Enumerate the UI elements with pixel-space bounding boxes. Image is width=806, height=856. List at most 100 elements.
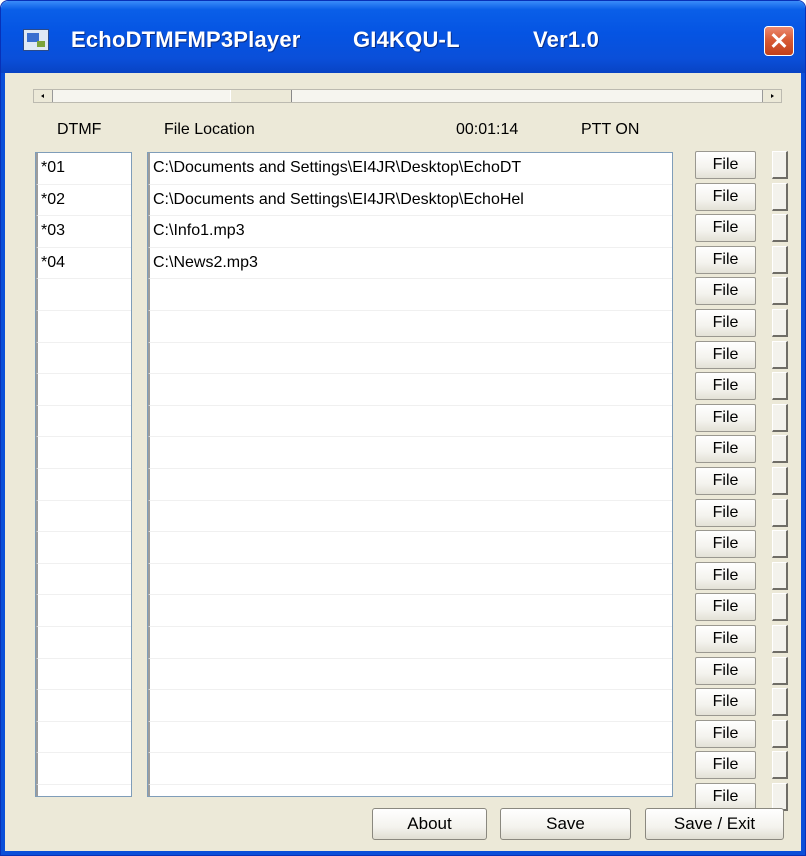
row-toggle-button[interactable] bbox=[772, 688, 788, 717]
file-browse-button[interactable]: File bbox=[695, 372, 756, 401]
file-path-cell[interactable] bbox=[148, 753, 672, 785]
file-path-cell[interactable] bbox=[148, 405, 672, 438]
file-path-cell[interactable] bbox=[148, 721, 672, 754]
file-browse-button[interactable]: File bbox=[695, 182, 756, 211]
file-path-cell[interactable] bbox=[148, 500, 672, 533]
dtmf-cell[interactable] bbox=[36, 595, 131, 627]
file-browse-button[interactable]: File bbox=[695, 467, 756, 495]
dtmf-cell[interactable] bbox=[36, 310, 131, 343]
row-toggle-button[interactable] bbox=[772, 719, 788, 748]
dtmf-cell[interactable] bbox=[36, 532, 131, 564]
title-bar[interactable]: EchoDTMFMP3Player GI4KQU-L Ver1.0 bbox=[1, 1, 805, 73]
file-browse-button[interactable]: File bbox=[695, 530, 756, 559]
row-toggle-button[interactable] bbox=[772, 309, 788, 337]
file-path-cell[interactable] bbox=[148, 342, 672, 375]
window-border-bottom bbox=[1, 851, 805, 855]
dtmf-cell[interactable] bbox=[36, 721, 131, 754]
dtmf-cell[interactable] bbox=[36, 405, 131, 438]
row-toggle-button[interactable] bbox=[772, 467, 788, 495]
file-browse-button[interactable]: File bbox=[695, 688, 756, 717]
dtmf-cell[interactable] bbox=[36, 279, 131, 311]
file-path-cell[interactable] bbox=[148, 595, 672, 627]
dtmf-cell[interactable]: *02 bbox=[36, 184, 131, 217]
file-path-cell[interactable] bbox=[148, 310, 672, 343]
row-toggle-button[interactable] bbox=[772, 530, 788, 559]
file-location-column-header: File Location bbox=[164, 121, 255, 138]
dtmf-cell[interactable] bbox=[36, 374, 131, 406]
file-path-cell[interactable] bbox=[148, 784, 672, 796]
row-toggle-button[interactable] bbox=[772, 435, 788, 464]
row-toggle-button[interactable] bbox=[772, 751, 788, 780]
save-button[interactable]: Save bbox=[500, 808, 631, 840]
row-toggle-button[interactable] bbox=[772, 656, 788, 685]
dtmf-cell[interactable] bbox=[36, 626, 131, 659]
file-path-cell[interactable]: C:\News2.mp3 bbox=[148, 247, 672, 280]
file-path-cell[interactable] bbox=[148, 690, 672, 722]
file-browse-button[interactable]: File bbox=[695, 656, 756, 685]
row-toggle-button[interactable] bbox=[772, 182, 788, 211]
file-path-cell[interactable]: C:\Info1.mp3 bbox=[148, 216, 672, 248]
row-toggle-button[interactable] bbox=[772, 372, 788, 401]
file-browse-button[interactable]: File bbox=[695, 751, 756, 780]
about-button[interactable]: About bbox=[372, 808, 487, 840]
file-path-cell[interactable] bbox=[148, 658, 672, 691]
row-toggle-button[interactable] bbox=[772, 245, 788, 274]
row-toggle-button[interactable] bbox=[772, 783, 788, 811]
file-browse-button[interactable]: File bbox=[695, 151, 756, 179]
row-toggle-button[interactable] bbox=[772, 277, 788, 306]
file-path-cell[interactable]: C:\Documents and Settings\EI4JR\Desktop\… bbox=[148, 153, 672, 185]
file-path-cell[interactable] bbox=[148, 468, 672, 501]
dtmf-cell[interactable] bbox=[36, 500, 131, 533]
dtmf-cell[interactable] bbox=[36, 753, 131, 785]
app-icon[interactable] bbox=[23, 29, 49, 51]
dtmf-cell[interactable]: *03 bbox=[36, 216, 131, 248]
dtmf-cell[interactable] bbox=[36, 658, 131, 691]
file-path-cell[interactable] bbox=[148, 626, 672, 659]
title-version: Ver1.0 bbox=[533, 27, 600, 52]
row-toggle-button[interactable] bbox=[772, 151, 788, 179]
file-browse-button[interactable]: File bbox=[695, 340, 756, 369]
dtmf-list[interactable]: *01 *02 *03 *04 bbox=[35, 152, 132, 797]
dtmf-cell[interactable] bbox=[36, 563, 131, 596]
file-browse-button[interactable]: File bbox=[695, 593, 756, 622]
dtmf-cell[interactable]: *04 bbox=[36, 247, 131, 280]
file-browse-button[interactable]: File bbox=[695, 214, 756, 243]
row-toggle-button[interactable] bbox=[772, 403, 788, 432]
save-exit-button[interactable]: Save / Exit bbox=[645, 808, 784, 840]
close-icon[interactable] bbox=[764, 26, 794, 56]
file-path-cell[interactable] bbox=[148, 563, 672, 596]
dtmf-cell[interactable] bbox=[36, 468, 131, 501]
file-location-list[interactable]: C:\Documents and Settings\EI4JR\Desktop\… bbox=[147, 152, 673, 797]
file-browse-button[interactable]: File bbox=[695, 783, 756, 811]
file-browse-button[interactable]: File bbox=[695, 245, 756, 274]
file-browse-button[interactable]: File bbox=[695, 403, 756, 432]
scroll-right-arrow-icon[interactable] bbox=[762, 90, 781, 102]
row-toggle-button[interactable] bbox=[772, 340, 788, 369]
file-browse-button[interactable]: File bbox=[695, 498, 756, 527]
file-browse-button[interactable]: File bbox=[695, 561, 756, 590]
file-browse-button[interactable]: File bbox=[695, 309, 756, 337]
file-path-cell[interactable] bbox=[148, 279, 672, 311]
row-toggle-button[interactable] bbox=[772, 561, 788, 590]
horizontal-scrollbar[interactable] bbox=[33, 89, 782, 103]
scroll-left-arrow-icon[interactable] bbox=[34, 90, 53, 102]
scroll-thumb[interactable] bbox=[230, 90, 292, 102]
row-toggle-button[interactable] bbox=[772, 498, 788, 527]
file-browse-button[interactable]: File bbox=[695, 435, 756, 464]
dtmf-cell[interactable] bbox=[36, 690, 131, 722]
dtmf-cell[interactable] bbox=[36, 342, 131, 375]
row-toggle-button[interactable] bbox=[772, 625, 788, 653]
dtmf-cell[interactable]: *01 bbox=[36, 153, 131, 185]
file-path-cell[interactable]: C:\Documents and Settings\EI4JR\Desktop\… bbox=[148, 184, 672, 217]
row-toggle-button[interactable] bbox=[772, 593, 788, 622]
row-toggle-button[interactable] bbox=[772, 214, 788, 243]
file-path-cell[interactable] bbox=[148, 437, 672, 469]
file-browse-button[interactable]: File bbox=[695, 625, 756, 653]
file-browse-button[interactable]: File bbox=[695, 719, 756, 748]
file-path-cell[interactable] bbox=[148, 532, 672, 564]
dtmf-cell[interactable] bbox=[36, 437, 131, 469]
file-path-cell[interactable] bbox=[148, 374, 672, 406]
window-border-right bbox=[801, 73, 805, 855]
dtmf-cell[interactable] bbox=[36, 784, 131, 796]
file-browse-button[interactable]: File bbox=[695, 277, 756, 306]
